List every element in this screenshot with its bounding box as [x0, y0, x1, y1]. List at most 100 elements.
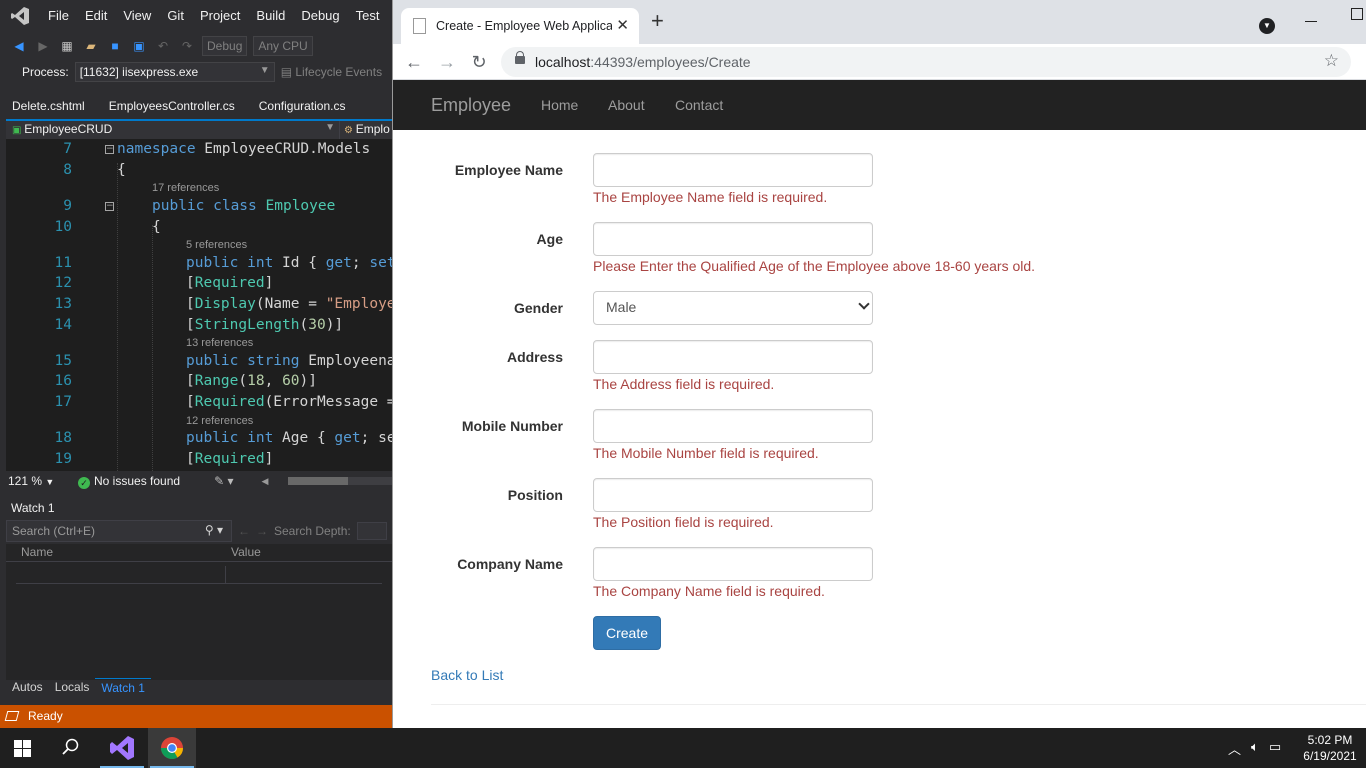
tab-autos[interactable]: Autos [6, 678, 49, 698]
project-dropdown[interactable]: ▣ EmployeeCRUD ▼ [6, 121, 340, 139]
brush-icon[interactable]: ✎ ▾ [214, 474, 233, 488]
menu-view[interactable]: View [115, 0, 159, 32]
platform-dropdown[interactable]: Any CPU [253, 36, 313, 56]
network-icon[interactable]: ▭ [1269, 739, 1281, 758]
chrome-taskbar-icon[interactable] [148, 728, 196, 768]
search-back-icon[interactable]: ← [238, 524, 250, 538]
lifecycle-events-button[interactable]: ▤ Lifecycle Events [281, 65, 382, 79]
redo-icon[interactable]: ↷ [178, 37, 196, 55]
collapse-icon[interactable]: − [105, 145, 114, 154]
process-value: [11632] iisexpress.exe [79, 65, 199, 79]
bookmark-star-icon[interactable]: ☆ [1324, 51, 1339, 71]
lock-icon[interactable] [515, 51, 525, 64]
watch-grid-header: Name Value [6, 544, 392, 562]
back-to-list-link[interactable]: Back to List [431, 667, 503, 683]
search-forward-icon[interactable]: → [256, 524, 268, 538]
menu-file[interactable]: File [40, 0, 77, 32]
code-navigation-bar: ▣ EmployeeCRUD ▼ ⚙ Emplo [6, 119, 392, 139]
nav-home[interactable]: Home [541, 97, 578, 113]
search-icon[interactable] [62, 738, 80, 756]
watch-add-row[interactable] [16, 566, 382, 584]
nav-contact[interactable]: Contact [675, 97, 723, 113]
menu-debug[interactable]: Debug [293, 0, 347, 32]
output-icon [4, 711, 20, 721]
footer-divider [431, 704, 1366, 705]
zoom-value: 121 % [8, 474, 43, 488]
visual-studio-taskbar-icon[interactable] [98, 728, 146, 768]
tab-search-icon[interactable]: ▼ [1259, 18, 1275, 34]
tab-configuration[interactable]: Configuration.cs [247, 96, 358, 118]
horizontal-scrollbar[interactable] [288, 477, 392, 485]
menu-git[interactable]: Git [159, 0, 192, 32]
reload-icon[interactable]: ↻ [467, 50, 491, 74]
minimize-icon[interactable] [1305, 8, 1317, 22]
back-nav-icon[interactable]: ◀ [10, 37, 28, 55]
scroll-left-icon[interactable]: ◀ [261, 476, 268, 487]
address-input[interactable] [593, 340, 873, 374]
code-lens-references[interactable]: 17 references [152, 182, 219, 194]
close-icon[interactable]: ✕ [616, 16, 629, 34]
process-dropdown[interactable]: [11632] iisexpress.exe ▼ [74, 62, 275, 82]
back-arrow-icon[interactable]: ← [402, 50, 426, 74]
gender-label: Gender [513, 300, 563, 316]
search-icon[interactable]: ⚲ ▾ [205, 523, 223, 537]
undo-icon[interactable]: ↶ [154, 37, 172, 55]
code-type: Required [194, 394, 265, 410]
menu-build[interactable]: Build [248, 0, 293, 32]
company-name-input[interactable] [593, 547, 873, 581]
chevron-up-icon[interactable]: ︿ [1228, 739, 1241, 758]
tab-watch-1[interactable]: Watch 1 [95, 678, 151, 698]
chevron-down-icon: ▼ [45, 477, 55, 487]
menu-project[interactable]: Project [192, 0, 248, 32]
visual-studio-window: File Edit View Git Project Build Debug T… [0, 0, 392, 728]
scrollbar-thumb[interactable] [288, 477, 349, 485]
maximize-icon[interactable] [1351, 8, 1363, 20]
tab-employees-controller[interactable]: EmployeesController.cs [97, 96, 247, 118]
class-icon: ⚙ [344, 125, 356, 136]
save-all-icon[interactable]: ▣ [130, 37, 148, 55]
new-tab-icon[interactable]: + [651, 10, 664, 32]
employee-name-input[interactable] [593, 153, 873, 187]
nav-about[interactable]: About [608, 97, 645, 113]
navbar-brand[interactable]: Employee [431, 95, 511, 116]
collapse-icon[interactable]: − [105, 202, 114, 211]
watch-search-input[interactable]: Search (Ctrl+E) ⚲ ▾ [6, 520, 232, 542]
forward-arrow-icon[interactable]: → [435, 50, 459, 74]
column-name[interactable]: Name [6, 544, 216, 561]
code-editor[interactable]: 7 − namespace EmployeeCRUD.Models 8 { 17… [6, 139, 392, 471]
tab-delete-cshtml[interactable]: Delete.cshtml [0, 96, 97, 118]
mobile-number-label: Mobile Number [461, 418, 563, 434]
code-text: ] [264, 451, 274, 467]
code-lens-references[interactable]: 5 references [186, 239, 247, 251]
address-label: Address [506, 349, 563, 365]
taskbar-clock[interactable]: 5:02 PM 6/19/2021 [1300, 732, 1360, 764]
position-input[interactable] [593, 478, 873, 512]
mobile-number-input[interactable] [593, 409, 873, 443]
volume-icon[interactable]: 🔈︎ [1251, 739, 1259, 758]
type-dropdown[interactable]: ⚙ Emplo [340, 121, 392, 139]
save-icon[interactable]: ■ [106, 37, 124, 55]
watch-grid[interactable]: Name Value [6, 544, 392, 680]
menu-test[interactable]: Test [348, 0, 388, 32]
menu-edit[interactable]: Edit [77, 0, 115, 32]
solution-config-dropdown[interactable]: Debug [202, 36, 248, 56]
search-depth-input[interactable] [356, 522, 387, 540]
new-project-icon[interactable]: ▦ [58, 37, 76, 55]
create-button[interactable]: Create [593, 616, 661, 650]
gender-select[interactable]: Male [593, 291, 873, 325]
age-input[interactable] [593, 222, 873, 256]
browser-tab-active[interactable]: Create - Employee Web Application ✕ [401, 8, 639, 44]
visual-studio-logo-icon[interactable] [0, 0, 40, 32]
issues-indicator[interactable]: ✓ No issues found [78, 474, 180, 489]
open-folder-icon[interactable]: ▰ [82, 37, 100, 55]
code-type: Employee [265, 198, 336, 214]
code-keyword: public class [152, 198, 257, 214]
tab-locals[interactable]: Locals [49, 678, 96, 698]
column-value[interactable]: Value [216, 544, 276, 561]
windows-start-icon[interactable] [14, 740, 32, 757]
code-lens-references[interactable]: 12 references [186, 415, 253, 427]
forward-nav-icon[interactable]: ▶ [34, 37, 52, 55]
zoom-dropdown[interactable]: 121 % ▼ [8, 474, 68, 488]
code-lens-references[interactable]: 13 references [186, 337, 253, 349]
address-bar[interactable]: localhost:44393/employees/Create ☆ [501, 47, 1351, 77]
